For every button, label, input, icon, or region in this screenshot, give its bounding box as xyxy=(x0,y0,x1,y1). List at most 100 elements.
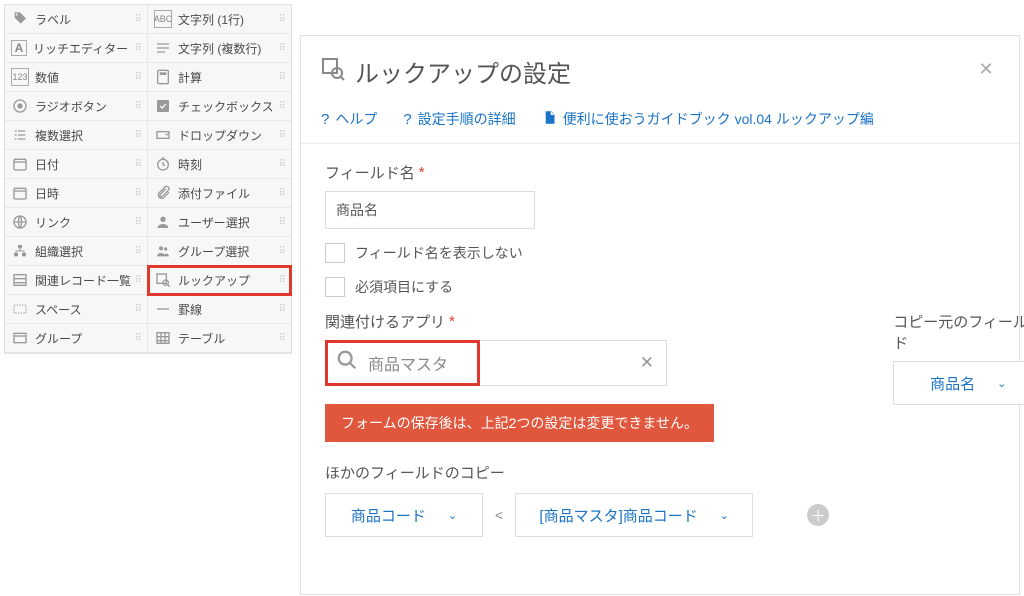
palette-attachment[interactable]: 添付ファイル ⠿ xyxy=(148,179,291,208)
palette-user-select[interactable]: ユーザー選択⠿ xyxy=(148,208,291,237)
close-icon: ✕ xyxy=(978,59,993,80)
checkbox-label: 必須項目にする xyxy=(355,277,453,297)
palette-item-label: リンク xyxy=(35,214,71,231)
palette-dropdown[interactable]: ドロップダウン⠿ xyxy=(148,121,291,150)
palette-space[interactable]: スペース⠿ xyxy=(5,295,148,324)
palette-item-label: 時刻 xyxy=(178,156,202,173)
panel-header: ルックアップの設定 ✕ xyxy=(301,36,1019,99)
grip-icon: ⠿ xyxy=(135,43,141,54)
lookup-icon xyxy=(154,271,172,289)
add-button[interactable]: ＋ xyxy=(807,504,829,526)
source-field-dropdown[interactable]: 商品名 ⌄ xyxy=(893,361,1024,405)
palette-table[interactable]: テーブル⠿ xyxy=(148,324,291,353)
palette-item-label: リッチエディター xyxy=(33,40,128,57)
palette-calc[interactable]: 計算⠿ xyxy=(148,63,291,92)
other-copy-label: ほかのフィールドのコピー xyxy=(325,462,829,483)
related-app-search[interactable]: 商品マスタ ✕ xyxy=(325,340,667,386)
field-name-input[interactable] xyxy=(325,191,535,229)
lookup-settings-panel: ルックアップの設定 ✕ ? ヘルプ ?設定手順の詳細 便利に使おうガイドブック v… xyxy=(300,35,1020,595)
palette-multiselect[interactable]: 複数選択 ⠿ xyxy=(5,121,148,150)
search-icon xyxy=(336,349,358,377)
palette-group-select[interactable]: グループ選択 ⠿ xyxy=(148,237,291,266)
copy-src-dropdown[interactable]: [商品マスタ]商品コード ⌄ xyxy=(515,493,753,537)
palette-text-single[interactable]: ABC文字列 (1行)⠿ xyxy=(148,5,291,34)
calendar-icon xyxy=(11,184,29,202)
palette-item-label: 日時 xyxy=(35,185,59,202)
palette-related-records[interactable]: 関連レコード一覧⠿ xyxy=(5,266,148,295)
grip-icon: ⠿ xyxy=(135,333,141,344)
detail-link[interactable]: ?設定手順の詳細 xyxy=(403,109,515,129)
palette-text-multi[interactable]: 文字列 (複数行)⠿ xyxy=(148,34,291,63)
arrow-left-icon: < xyxy=(495,507,503,523)
tag-icon xyxy=(11,10,29,28)
clear-button[interactable]: ✕ xyxy=(628,353,666,373)
lines-icon xyxy=(154,39,172,57)
help-bar: ? ヘルプ ?設定手順の詳細 便利に使おうガイドブック vol.04 ルックアップ… xyxy=(301,99,1019,144)
grip-icon: ⠿ xyxy=(279,304,285,315)
checkbox-label: フィールド名を表示しない xyxy=(355,243,523,263)
palette-label[interactable]: ラベル ⠿ xyxy=(5,5,148,34)
number-icon: 123 xyxy=(11,68,29,86)
question-icon: ? xyxy=(321,111,329,128)
palette-item-label: 複数選択 xyxy=(35,127,83,144)
palette-checkbox[interactable]: チェックボックス⠿ xyxy=(148,92,291,121)
plus-icon: ＋ xyxy=(811,505,826,526)
grip-icon: ⠿ xyxy=(279,159,285,170)
palette-item-label: 添付ファイル xyxy=(178,185,250,202)
palette-time[interactable]: 時刻 ⠿ xyxy=(148,150,291,179)
close-button[interactable]: ✕ xyxy=(971,54,1001,84)
help-link[interactable]: ? ヘルプ xyxy=(321,109,377,129)
field-name-label: フィールド名* xyxy=(325,162,995,183)
grip-icon: ⠿ xyxy=(279,246,285,257)
guidebook-link-label: 便利に使おうガイドブック vol.04 ルックアップ編 xyxy=(563,109,874,129)
panel-title: ルックアップの設定 xyxy=(355,54,571,89)
folder-icon xyxy=(11,329,29,347)
grip-icon: ⠿ xyxy=(135,246,141,257)
document-icon xyxy=(542,110,557,129)
question-icon: ? xyxy=(403,111,411,128)
palette-item-label: ユーザー選択 xyxy=(178,214,250,231)
list-check-icon xyxy=(11,126,29,144)
palette-item-label: ルックアップ xyxy=(178,272,250,289)
palette-rich-editor[interactable]: Aリッチエディター⠿ xyxy=(5,34,148,63)
grip-icon: ⠿ xyxy=(279,43,285,54)
grip-icon: ⠿ xyxy=(135,130,141,141)
palette-item-label: グループ xyxy=(35,330,82,347)
palette-radio[interactable]: ラジオボタン ⠿ xyxy=(5,92,148,121)
dropdown-icon xyxy=(154,126,172,144)
radio-icon xyxy=(11,97,29,115)
palette-item-label: 関連レコード一覧 xyxy=(35,272,131,289)
hide-label-checkbox[interactable]: フィールド名を表示しない xyxy=(325,243,995,263)
copy-dest-dropdown[interactable]: 商品コード ⌄ xyxy=(325,493,483,537)
palette-number[interactable]: 123数値⠿ xyxy=(5,63,148,92)
palette-group[interactable]: グループ ⠿ xyxy=(5,324,148,353)
palette-item-label: グループ選択 xyxy=(178,243,249,260)
palette-divider[interactable]: 罫線⠿ xyxy=(148,295,291,324)
grip-icon: ⠿ xyxy=(135,14,141,25)
grip-icon: ⠿ xyxy=(279,188,285,199)
dropdown-value: 商品コード xyxy=(351,505,426,526)
palette-lookup[interactable]: ルックアップ⠿ xyxy=(148,266,291,295)
globe-icon xyxy=(11,213,29,231)
palette-item-label: 計算 xyxy=(178,69,202,86)
palette-item-label: テーブル xyxy=(178,330,225,347)
grip-icon: ⠿ xyxy=(135,101,141,112)
list-icon xyxy=(11,271,29,289)
space-icon xyxy=(11,300,29,318)
palette-item-label: ラジオボタン xyxy=(35,98,107,115)
palette-datetime[interactable]: 日時⠿ xyxy=(5,179,148,208)
chevron-down-icon: ⌄ xyxy=(448,509,457,522)
guidebook-link[interactable]: 便利に使おうガイドブック vol.04 ルックアップ編 xyxy=(542,109,874,129)
grip-icon: ⠿ xyxy=(135,159,141,170)
palette-link[interactable]: リンク⠿ xyxy=(5,208,148,237)
palette-date[interactable]: 日付⠿ xyxy=(5,150,148,179)
required-checkbox[interactable]: 必須項目にする xyxy=(325,277,995,297)
chevron-down-icon: ⌄ xyxy=(720,509,729,522)
grip-icon: ⠿ xyxy=(135,304,141,315)
chevron-down-icon: ⌄ xyxy=(997,377,1006,390)
help-link-label: ヘルプ xyxy=(335,109,377,129)
palette-org-select[interactable]: 組織選択⠿ xyxy=(5,237,148,266)
paperclip-icon xyxy=(154,184,172,202)
palette-item-label: 数値 xyxy=(35,69,59,86)
palette-item-label: ラベル xyxy=(35,11,71,28)
